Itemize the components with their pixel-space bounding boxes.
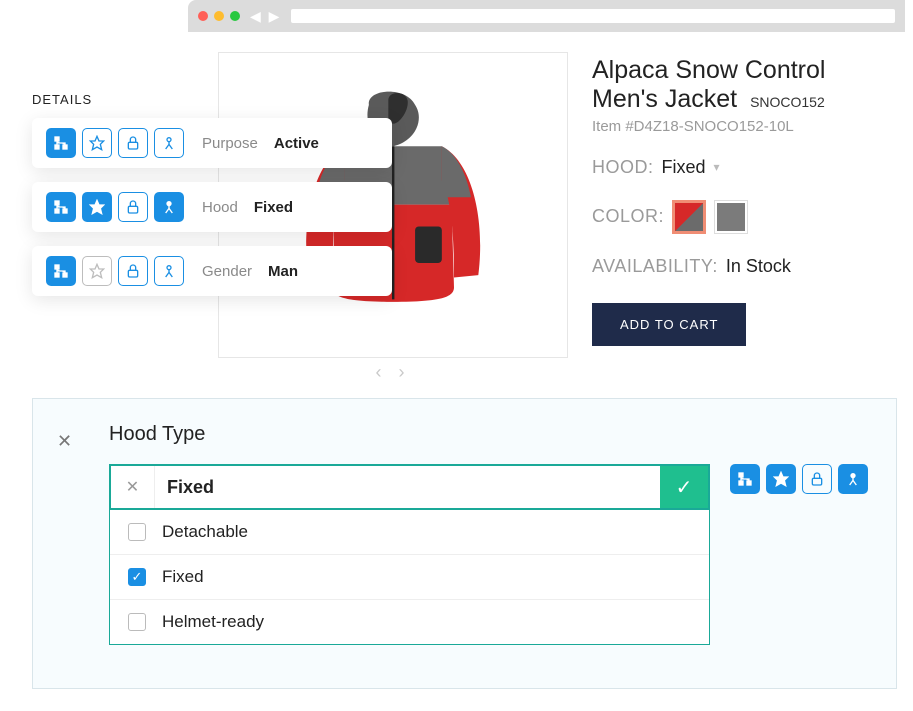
details-cards: Purpose Active Hood Fixed Gender Man	[32, 118, 392, 296]
product-info: Alpaca Snow Control Men's Jacket SNOCO15…	[592, 52, 887, 382]
maximize-window-icon[interactable]	[230, 11, 240, 21]
minimize-window-icon[interactable]	[214, 11, 224, 21]
lock-icon[interactable]	[118, 192, 148, 222]
add-to-cart-button[interactable]: ADD TO CART	[592, 303, 746, 346]
close-window-icon[interactable]	[198, 11, 208, 21]
person-icon[interactable]	[154, 256, 184, 286]
editor-title: Hood Type	[109, 423, 868, 446]
confirm-button[interactable]: ✓	[660, 466, 708, 508]
title-line1: Alpaca Snow Control	[592, 56, 825, 84]
color-swatches	[672, 200, 748, 234]
option-label: Fixed	[162, 567, 204, 587]
star-icon[interactable]	[82, 128, 112, 158]
hood-spec-row[interactable]: HOOD: Fixed ▾	[592, 157, 887, 178]
clear-input-icon[interactable]: ✕	[111, 466, 155, 508]
lock-icon[interactable]	[802, 464, 832, 494]
window-controls	[198, 11, 240, 21]
color-label: COLOR:	[592, 206, 664, 227]
person-icon[interactable]	[154, 192, 184, 222]
person-icon[interactable]	[154, 128, 184, 158]
detail-card-purpose[interactable]: Purpose Active	[32, 118, 392, 168]
swatch-grey[interactable]	[714, 200, 748, 234]
availability-label: AVAILABILITY:	[592, 256, 718, 277]
option-label: Helmet-ready	[162, 612, 264, 632]
option-helmet-ready[interactable]: Helmet-ready	[110, 599, 709, 644]
lock-icon[interactable]	[118, 256, 148, 286]
swatch-red-grey[interactable]	[672, 200, 706, 234]
detail-value: Man	[268, 263, 298, 280]
hood-label: HOOD:	[592, 157, 654, 178]
person-icon[interactable]	[838, 464, 868, 494]
availability-value: In Stock	[726, 256, 791, 277]
option-detachable[interactable]: Detachable	[110, 510, 709, 554]
detail-label: Purpose	[202, 135, 258, 152]
nav-arrows[interactable]: ◀ ▶	[250, 8, 281, 25]
checkbox-icon[interactable]: ✓	[128, 568, 146, 586]
product-title: Alpaca Snow Control Men's Jacket SNOCO15…	[592, 56, 887, 114]
detail-icons	[46, 256, 184, 286]
product-sku: SNOCO152	[750, 94, 825, 110]
editor-input-row: ✕ ✓	[109, 464, 710, 510]
detail-value: Fixed	[254, 199, 293, 216]
hierarchy-icon[interactable]	[46, 128, 76, 158]
dropdown-list: Detachable ✓ Fixed Helmet-ready	[109, 510, 710, 645]
hood-type-input[interactable]	[155, 466, 660, 508]
browser-chrome: ◀ ▶	[188, 0, 905, 32]
availability-row: AVAILABILITY: In Stock	[592, 256, 887, 277]
star-icon[interactable]	[766, 464, 796, 494]
detail-icons	[46, 128, 184, 158]
title-line2: Men's Jacket	[592, 85, 737, 113]
chevron-down-icon: ▾	[714, 160, 720, 174]
lock-icon[interactable]	[118, 128, 148, 158]
color-spec-row: COLOR:	[592, 200, 887, 234]
details-heading: DETAILS	[32, 92, 92, 107]
detail-card-gender[interactable]: Gender Man	[32, 246, 392, 296]
hood-value: Fixed	[662, 157, 706, 178]
checkbox-icon[interactable]	[128, 613, 146, 631]
detail-label: Hood	[202, 199, 238, 216]
hierarchy-icon[interactable]	[46, 192, 76, 222]
item-number: Item #D4Z18-SNOCO152-10L	[592, 118, 887, 135]
address-bar[interactable]	[291, 9, 895, 23]
detail-value: Active	[274, 135, 319, 152]
detail-label: Gender	[202, 263, 252, 280]
option-fixed[interactable]: ✓ Fixed	[110, 554, 709, 599]
close-icon[interactable]: ✕	[57, 431, 72, 452]
star-icon[interactable]	[82, 256, 112, 286]
detail-card-hood[interactable]: Hood Fixed	[32, 182, 392, 232]
hierarchy-icon[interactable]	[730, 464, 760, 494]
detail-icons	[46, 192, 184, 222]
editor-icon-group	[730, 464, 868, 645]
hierarchy-icon[interactable]	[46, 256, 76, 286]
carousel-arrows[interactable]: ‹ ›	[376, 362, 411, 383]
star-icon[interactable]	[82, 192, 112, 222]
option-label: Detachable	[162, 522, 248, 542]
checkbox-icon[interactable]	[128, 523, 146, 541]
editor-field: ✕ ✓ Detachable ✓ Fixed Helmet-ready	[109, 464, 710, 645]
editor-panel: ✕ Hood Type ✕ ✓ Detachable ✓ Fixed He	[32, 398, 897, 689]
